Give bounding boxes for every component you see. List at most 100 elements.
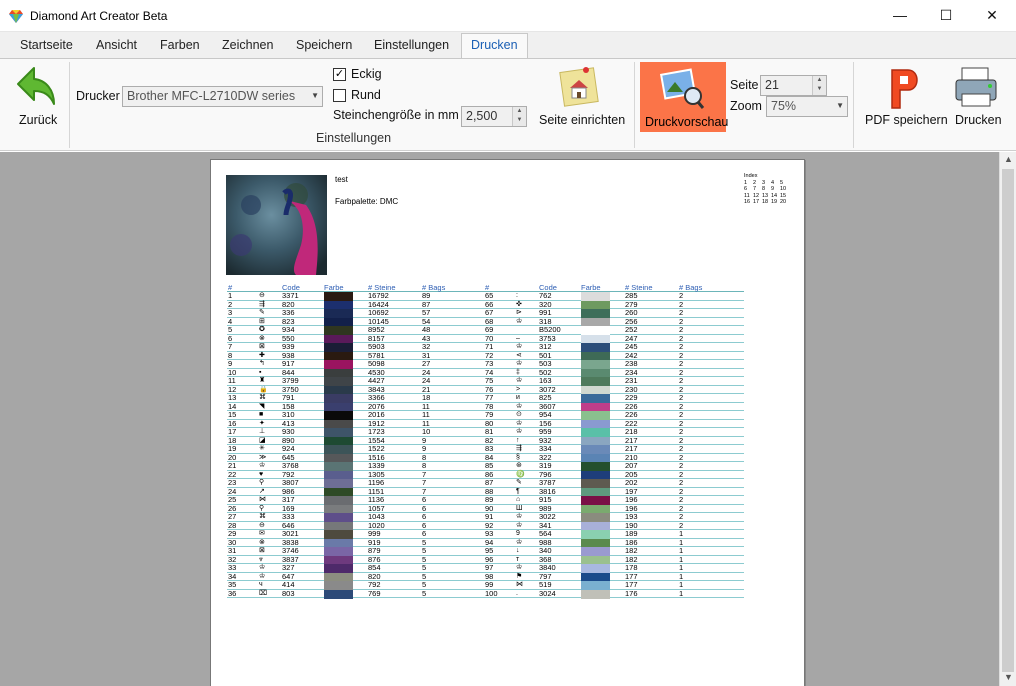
printer-select[interactable]: Brother MFC-L2710DW series ▼ xyxy=(122,86,323,107)
stone-symbol: ♔ xyxy=(516,419,523,427)
row-number: 36 xyxy=(228,588,237,598)
project-title: test xyxy=(335,175,348,184)
rund-checkbox[interactable] xyxy=(333,89,346,102)
stone-symbol: ⊛ xyxy=(516,462,522,469)
zoom-label: Zoom xyxy=(730,99,762,113)
stone-symbol: ↰ xyxy=(259,360,265,367)
stone-symbol: ⚲ xyxy=(259,479,265,486)
stone-symbol: ♥ xyxy=(259,470,264,478)
eckig-checkbox[interactable]: ✓ xyxy=(333,68,346,81)
table-row: 79 ⊙ 954 226 2 xyxy=(484,410,744,420)
stone-symbol: ⊳ xyxy=(516,309,522,316)
tab-ansicht[interactable]: Ansicht xyxy=(96,38,137,52)
back-button-label[interactable]: Zurück xyxy=(19,113,57,127)
divider xyxy=(69,62,70,148)
stone-symbol: 9 xyxy=(516,530,520,537)
tab-farben[interactable]: Farben xyxy=(160,38,200,52)
tab-speichern[interactable]: Speichern xyxy=(296,38,352,52)
table-row: 3 ✎ 336 10692 57 xyxy=(227,308,487,318)
table-row: 16 ✦ 413 1912 11 xyxy=(227,419,487,429)
table-row: 94 ♔ 988 186 1 xyxy=(484,538,744,548)
table-header: # Code Farbe # Steine # Bags xyxy=(484,283,744,292)
scroll-down-icon[interactable]: ▼ xyxy=(1004,672,1013,682)
tab-startseite[interactable]: Startseite xyxy=(20,38,73,52)
stone-symbol: ✪ xyxy=(259,326,265,333)
table-row: 86 ♍ 796 205 2 xyxy=(484,470,744,480)
zoom-select[interactable]: 75% ▼ xyxy=(766,96,848,117)
table-row: 93 9 564 189 1 xyxy=(484,529,744,539)
table-row: 8 ✚ 938 5781 31 xyxy=(227,351,487,361)
table-row: 14 ◥ 158 2076 11 xyxy=(227,402,487,412)
page-setup-label[interactable]: Seite einrichten xyxy=(539,113,625,127)
vertical-scrollbar[interactable]: ▲ ▼ xyxy=(999,152,1016,686)
printer-icon[interactable] xyxy=(952,64,1000,110)
table-row: 74 ‡ 502 234 2 xyxy=(484,368,744,378)
table-row: 21 ♔ 3768 1339 8 xyxy=(227,461,487,471)
table-row: 97 ♔ 3840 178 1 xyxy=(484,563,744,573)
table-row: 99 ⋈ 519 177 1 xyxy=(484,580,744,590)
table-row: 2 ⇶ 820 16424 87 xyxy=(227,300,487,310)
stone-symbol: ♔ xyxy=(516,343,523,350)
stone-symbol: ⇶ xyxy=(259,300,265,308)
printer-label: Drucker xyxy=(76,89,120,103)
stone-symbol: ✉ xyxy=(259,530,265,537)
stone-symbol: ч xyxy=(259,581,263,588)
tab-zeichnen[interactable]: Zeichnen xyxy=(222,38,273,52)
table-row: 20 ≫ 645 1516 8 xyxy=(227,453,487,463)
stone-symbol: ⋈ xyxy=(516,581,523,588)
window-title: Diamond Art Creator Beta xyxy=(30,9,168,23)
bag-count: 5 xyxy=(422,588,427,598)
table-row: 17 ⊥ 930 1723 10 xyxy=(227,427,487,437)
zoom-select-value: 75% xyxy=(771,99,797,113)
index-cell: 16 xyxy=(744,199,751,205)
table-row: 5 ✪ 934 8952 48 xyxy=(227,325,487,335)
page-number-value: 21 xyxy=(765,78,779,92)
stone-symbol: Ш xyxy=(516,504,523,512)
table-row: 33 ♔ 327 854 5 xyxy=(227,563,487,573)
stone-size-spinner[interactable]: 2,500 ▲ ▼ xyxy=(461,106,527,127)
table-row: 66 ✜ 320 279 2 xyxy=(484,300,744,310)
stone-symbol: ↓ xyxy=(516,547,520,554)
stone-symbol: § xyxy=(516,453,520,461)
table-row: 30 ⊗ 3838 919 5 xyxy=(227,538,487,548)
ribbon: Zurück Drucker Brother MFC-L2710DW serie… xyxy=(0,58,1016,151)
table-row: 91 ♔ 3022 193 2 xyxy=(484,512,744,522)
table-row: 15 ■ 310 2016 11 xyxy=(227,410,487,420)
spinner-arrows-icon[interactable]: ▲ ▼ xyxy=(812,76,826,95)
table-row: 92 ♔ 341 190 2 xyxy=(484,521,744,531)
stone-symbol: ♔ xyxy=(516,521,523,529)
scroll-up-icon[interactable]: ▲ xyxy=(1004,154,1013,164)
stone-symbol: ♔ xyxy=(259,564,266,571)
print-preview-label[interactable]: Druckvorschau xyxy=(645,115,728,129)
stone-symbol: ⌧ xyxy=(259,589,268,597)
stone-symbol: ✦ xyxy=(259,419,265,427)
eckig-label[interactable]: Eckig xyxy=(351,67,382,81)
maximize-button[interactable]: ☐ xyxy=(923,0,969,32)
close-button[interactable]: ✕ xyxy=(969,0,1015,32)
page-number-spinner[interactable]: 21 ▲ ▼ xyxy=(760,75,827,96)
rund-label[interactable]: Rund xyxy=(351,88,381,102)
tab-drucken[interactable]: Drucken xyxy=(461,33,528,59)
table-row: 22 ♥ 792 1305 7 xyxy=(227,470,487,480)
dmc-code: 803 xyxy=(282,588,295,598)
stone-symbol: ◥ xyxy=(259,402,265,410)
table-row: 6 ⊗ 550 8157 43 xyxy=(227,334,487,344)
table-row: 84 § 322 210 2 xyxy=(484,453,744,463)
scrollbar-thumb[interactable] xyxy=(1002,169,1014,672)
stone-symbol: ⩔ xyxy=(259,555,263,563)
tab-einstellungen[interactable]: Einstellungen xyxy=(374,38,449,52)
print-preview-icon xyxy=(659,68,705,109)
back-arrow-icon[interactable] xyxy=(12,64,60,112)
page-setup-icon[interactable] xyxy=(556,64,602,110)
chevron-down-icon: ▼ xyxy=(311,91,319,100)
minimize-button[interactable]: — xyxy=(877,0,923,32)
stone-symbol: ⊞ xyxy=(259,317,265,325)
color-swatch xyxy=(324,589,353,599)
stone-symbol: ‡ xyxy=(516,368,520,376)
table-row: 100. 3024 176 1 xyxy=(484,589,744,599)
spinner-arrows-icon[interactable]: ▲ ▼ xyxy=(512,107,526,126)
pdf-save-label[interactable]: PDF speichern xyxy=(865,113,948,127)
print-preview-area[interactable]: test Farbpalette: DMC Index 1 2 3 4 5 6 7 8 9 10 1… xyxy=(0,152,999,686)
print-label[interactable]: Drucken xyxy=(955,113,1002,127)
pdf-icon[interactable] xyxy=(880,64,928,112)
